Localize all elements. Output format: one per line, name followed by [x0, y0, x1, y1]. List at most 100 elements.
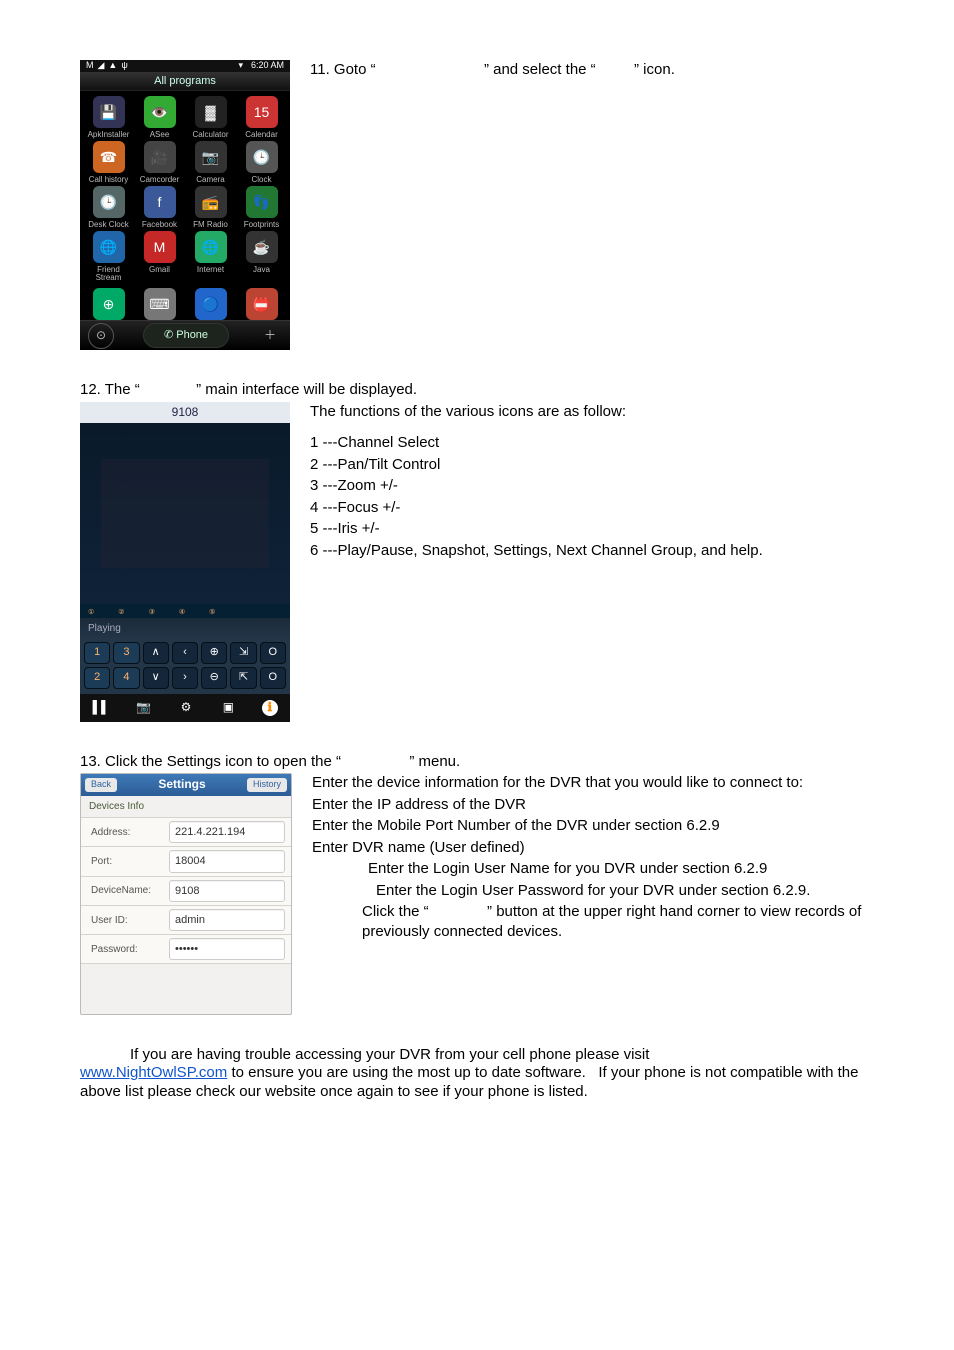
- step13-b: ” menu.: [409, 753, 460, 770]
- app-gmail[interactable]: M Gmail: [135, 231, 184, 282]
- app-apkinstaller[interactable]: 💾ApkInstaller: [84, 96, 133, 139]
- app-icon: 15: [246, 96, 278, 128]
- app-asee[interactable]: 👁️ ASee: [135, 96, 184, 139]
- step-13-heading: 13. Click the Settings icon to open the …: [80, 752, 874, 772]
- app-row5: ⊕⌨🔵📛: [80, 288, 290, 320]
- step12-subtitle: The functions of the various icons are a…: [310, 402, 874, 422]
- circled-num-1: ①: [88, 608, 94, 617]
- settings-value-input[interactable]: admin: [169, 909, 285, 931]
- all-programs-header: All programs: [80, 72, 290, 90]
- app-label: Java: [253, 266, 270, 274]
- app-icon: 🎥: [144, 141, 176, 173]
- channel-num-row: ①②③④⑤: [80, 604, 290, 617]
- play-pause-icon[interactable]: ▌▌: [92, 699, 110, 717]
- app-label: Footprints: [244, 221, 280, 229]
- app-java[interactable]: ☕Java: [237, 231, 286, 282]
- back-button[interactable]: Back: [85, 778, 117, 792]
- app-icon: 🌐: [195, 231, 227, 263]
- history-button[interactable]: History: [247, 778, 287, 792]
- status-time: 6:20 AM: [251, 60, 284, 72]
- snapshot-icon[interactable]: 📷: [135, 699, 153, 717]
- app-internet[interactable]: 🌐Internet: [186, 231, 235, 282]
- step13-intro: Enter the device information for the DVR…: [312, 773, 874, 793]
- screenshot-settings: Back Settings History Devices Info Addre…: [80, 773, 292, 1015]
- app-fm-radio[interactable]: 📻FM Radio: [186, 186, 235, 229]
- app-label: Desk Clock: [88, 221, 128, 229]
- settings-value-input[interactable]: 9108: [169, 880, 285, 902]
- app-icon: 👁️: [144, 96, 176, 128]
- step13-a: 13. Click the Settings icon to open the …: [80, 753, 341, 770]
- settings-value-input[interactable]: 221.4.221.194: [169, 821, 285, 843]
- step-13-row: Back Settings History Devices Info Addre…: [80, 773, 874, 1015]
- settings-rows: Address:221.4.221.194 Port:18004 DeviceNam…: [81, 817, 291, 964]
- settings-row-devicename: DeviceName:9108: [81, 876, 291, 905]
- dock-left-icon[interactable]: ⊙: [88, 323, 114, 349]
- step13-l5b: ” button at the upper right hand corner …: [362, 903, 861, 940]
- ctrl-btn[interactable]: 1: [84, 642, 110, 664]
- dock-add-icon[interactable]: ＋: [258, 324, 282, 348]
- icon-function-line: 3 ---Zoom +/-: [310, 476, 874, 496]
- app-row5-3[interactable]: 📛: [237, 288, 286, 320]
- app-label: Camera: [196, 176, 224, 184]
- ctrl-btn[interactable]: 4: [113, 667, 139, 689]
- app-clock[interactable]: 🕒Clock: [237, 141, 286, 184]
- app-icon: 👣: [246, 186, 278, 218]
- app-facebook[interactable]: fFacebook: [135, 186, 184, 229]
- ctrl-btn[interactable]: ∨: [143, 667, 169, 689]
- ctrl-btn[interactable]: ›: [172, 667, 198, 689]
- app-friend-stream[interactable]: 🌐Friend Stream: [84, 231, 133, 282]
- app-label: FM Radio: [193, 221, 228, 229]
- step13-l4: Enter the Login User Password for your D…: [376, 882, 810, 899]
- app-row5-1[interactable]: ⌨: [135, 288, 184, 320]
- ctrl-btn[interactable]: 2: [84, 667, 110, 689]
- app-label: Camcorder: [140, 176, 180, 184]
- settings-row-address: Address:221.4.221.194: [81, 817, 291, 846]
- app-camera[interactable]: 📷Camera: [186, 141, 235, 184]
- m-icon: M: [86, 60, 94, 72]
- app-label: Friend Stream: [84, 266, 133, 282]
- circled-num-5: ⑤: [209, 608, 215, 617]
- app-call-history[interactable]: ☎Call history: [84, 141, 133, 184]
- bell-icon: ▲: [108, 60, 117, 72]
- ctrl-btn[interactable]: ⊖: [201, 667, 227, 689]
- ctrl-btn[interactable]: 3: [113, 642, 139, 664]
- app-camcorder[interactable]: 🎥 Camcorder: [135, 141, 184, 184]
- signal-icon: ◢: [98, 60, 105, 72]
- settings-value-input[interactable]: 18004: [169, 850, 285, 872]
- step-13-text: Enter the device information for the DVR…: [312, 773, 874, 943]
- ctrl-btn[interactable]: ‹: [172, 642, 198, 664]
- note-block: If you are having trouble accessing your…: [80, 1045, 874, 1102]
- step-12-heading: 12. The “ ” main interface will be displ…: [80, 380, 874, 400]
- app-desk-clock[interactable]: 🕒Desk Clock: [84, 186, 133, 229]
- usb-icon: ψ: [121, 60, 127, 72]
- step-11-text: 11. Goto “ ” and select the “ ” icon.: [310, 60, 874, 82]
- step13-l1: Enter the Mobile Port Number of the DVR …: [312, 817, 720, 834]
- step12-b: ” main interface will be displayed.: [196, 381, 417, 398]
- nightowl-link[interactable]: www.NightOwlSP.com: [80, 1064, 227, 1081]
- asee-title: 9108: [80, 402, 290, 424]
- app-calculator[interactable]: ▓Calculator: [186, 96, 235, 139]
- ctrl-btn[interactable]: O: [260, 642, 286, 664]
- app-label: Gmail: [149, 266, 170, 274]
- ctrl-btn[interactable]: ⇱: [230, 667, 256, 689]
- ctrl-btn[interactable]: O: [260, 667, 286, 689]
- icon-function-line: 6 ---Play/Pause, Snapshot, Settings, Nex…: [310, 541, 874, 561]
- ctrl-btn[interactable]: ⊕: [201, 642, 227, 664]
- ctrl-btn[interactable]: ⇲: [230, 642, 256, 664]
- help-icon[interactable]: ℹ: [262, 700, 278, 716]
- app-row5-2[interactable]: 🔵: [186, 288, 235, 320]
- app-icon: M: [144, 231, 176, 263]
- next-group-icon[interactable]: ▣: [219, 699, 237, 717]
- ctrl-btn[interactable]: ∧: [143, 642, 169, 664]
- wifi-icon: ▾: [238, 60, 243, 72]
- app-label: ASee: [150, 131, 170, 139]
- app-calendar[interactable]: 15Calendar: [237, 96, 286, 139]
- step12-a: 12. The “: [80, 381, 140, 398]
- settings-icon[interactable]: ⚙: [177, 699, 195, 717]
- settings-value-input[interactable]: ••••••: [169, 938, 285, 960]
- app-row5-0[interactable]: ⊕: [84, 288, 133, 320]
- app-footprints[interactable]: 👣 Footprints: [237, 186, 286, 229]
- app-label: ApkInstaller: [88, 131, 130, 139]
- settings-key: Port:: [81, 849, 169, 874]
- phone-button[interactable]: ✆ Phone: [143, 323, 229, 347]
